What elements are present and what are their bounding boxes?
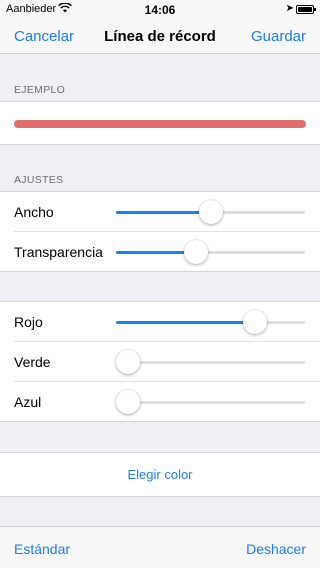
width-slider-fill bbox=[116, 211, 211, 214]
red-row: Rojo bbox=[0, 302, 320, 342]
green-row: Verde bbox=[0, 342, 320, 382]
width-row: Ancho bbox=[0, 192, 320, 232]
location-arrow-icon: ➤ bbox=[285, 3, 294, 14]
settings-section-header: AJUSTES bbox=[14, 174, 64, 186]
default-button[interactable]: Estándar bbox=[14, 541, 70, 557]
record-line-preview bbox=[14, 120, 306, 128]
width-label: Ancho bbox=[14, 204, 54, 220]
width-slider-thumb[interactable] bbox=[198, 200, 223, 224]
undo-button[interactable]: Deshacer bbox=[246, 541, 306, 557]
transparency-label: Transparencia bbox=[14, 244, 103, 260]
example-group bbox=[0, 101, 320, 145]
choose-color-group: Elegir color bbox=[0, 452, 320, 497]
save-button[interactable]: Guardar bbox=[251, 28, 306, 45]
red-slider-fill bbox=[116, 321, 256, 324]
transparency-slider[interactable] bbox=[116, 240, 305, 264]
settings-group: Ancho Transparencia bbox=[0, 191, 320, 272]
blue-label: Azul bbox=[14, 394, 42, 410]
red-label: Rojo bbox=[14, 314, 43, 330]
status-bar: Aanbieder 14:06 ➤ bbox=[0, 0, 320, 20]
blue-slider[interactable] bbox=[116, 390, 305, 414]
color-group: Rojo Verde Azul bbox=[0, 301, 320, 422]
status-time: 14:06 bbox=[144, 3, 176, 17]
green-slider[interactable] bbox=[116, 350, 305, 374]
transparency-row: Transparencia bbox=[0, 232, 320, 272]
blue-row: Azul bbox=[0, 382, 320, 422]
choose-color-button[interactable]: Elegir color bbox=[0, 467, 320, 482]
red-slider-thumb[interactable] bbox=[243, 310, 268, 334]
bottom-toolbar: Estándar Deshacer bbox=[0, 526, 320, 568]
transparency-slider-thumb[interactable] bbox=[183, 240, 208, 264]
green-label: Verde bbox=[14, 354, 51, 370]
navigation-bar: Cancelar Línea de récord Guardar bbox=[0, 20, 320, 54]
red-slider[interactable] bbox=[116, 310, 305, 334]
green-slider-thumb[interactable] bbox=[116, 350, 140, 374]
width-slider[interactable] bbox=[116, 200, 305, 224]
example-section-header: EJEMPLO bbox=[14, 84, 66, 96]
blue-slider-thumb[interactable] bbox=[116, 390, 140, 414]
battery-icon bbox=[296, 5, 316, 14]
